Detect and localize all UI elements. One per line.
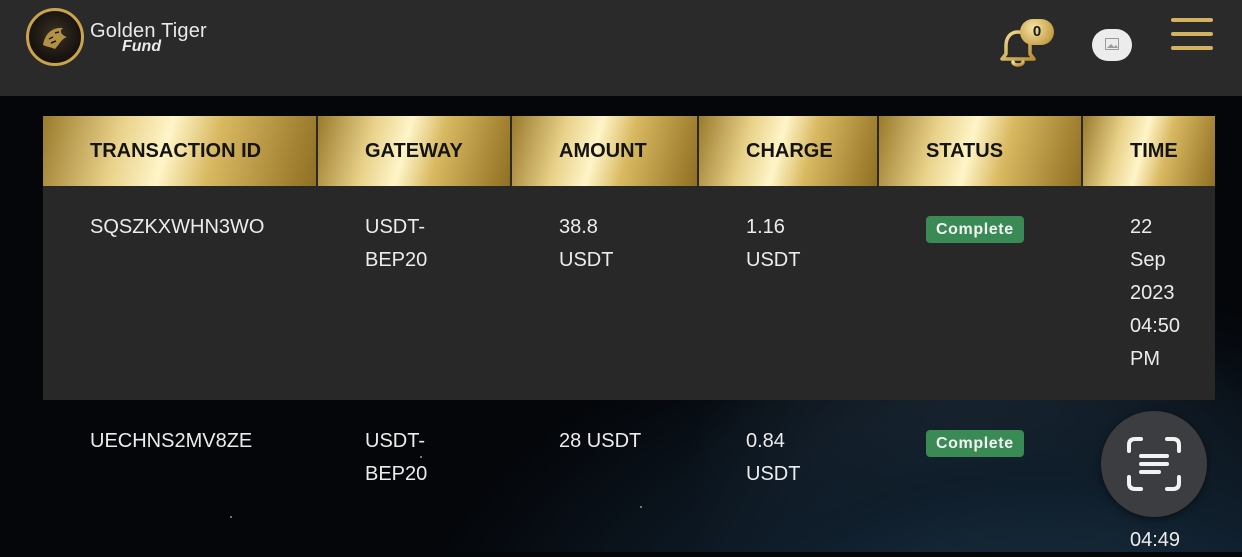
time: 04:49 [1130, 529, 1181, 551]
table-row: SQSZKXWHN3WO USDT- BEP20 38.8 USDT 1.16 … [43, 186, 1215, 400]
table-row: UECHNS2MV8ZE USDT- BEP20 28 USDT 0.84 US… [43, 400, 1215, 552]
brand-subname: Fund [122, 38, 162, 55]
column-header-gateway: GATEWAY [318, 116, 512, 186]
column-header-time: TIME [1083, 116, 1215, 186]
amount: 28 USDT [559, 430, 642, 452]
image-placeholder-icon [1105, 38, 1119, 50]
tiger-logo-icon[interactable] [26, 8, 84, 66]
transactions-table-header: TRANSACTION ID GATEWAY AMOUNT CHARGE STA… [43, 116, 1215, 186]
top-header: Golden Tiger Fund 0 [0, 0, 1242, 96]
column-header-charge: CHARGE [699, 116, 879, 186]
transaction-id: SQSZKXWHN3WO [90, 216, 265, 238]
charge: 1.16 USDT [746, 216, 801, 271]
transaction-id: UECHNS2MV8ZE [90, 430, 253, 452]
hamburger-menu-icon[interactable] [1171, 18, 1215, 52]
gateway: USDT- BEP20 [365, 216, 428, 271]
column-header-amount: AMOUNT [512, 116, 699, 186]
scan-text-button[interactable] [1101, 411, 1207, 517]
charge: 0.84 USDT [746, 430, 801, 485]
gateway: USDT- BEP20 [365, 430, 428, 485]
column-header-transaction-id: TRANSACTION ID [43, 116, 318, 186]
amount: 38.8 USDT [559, 216, 614, 271]
notification-badge: 0 [1020, 19, 1054, 45]
status-badge: Complete [926, 430, 1024, 457]
status-badge: Complete [926, 216, 1024, 243]
scan-text-icon [1127, 437, 1181, 491]
time: 22 Sep 2023 04:50 PM [1130, 216, 1181, 370]
column-header-status: STATUS [879, 116, 1083, 186]
avatar[interactable] [1092, 29, 1132, 61]
